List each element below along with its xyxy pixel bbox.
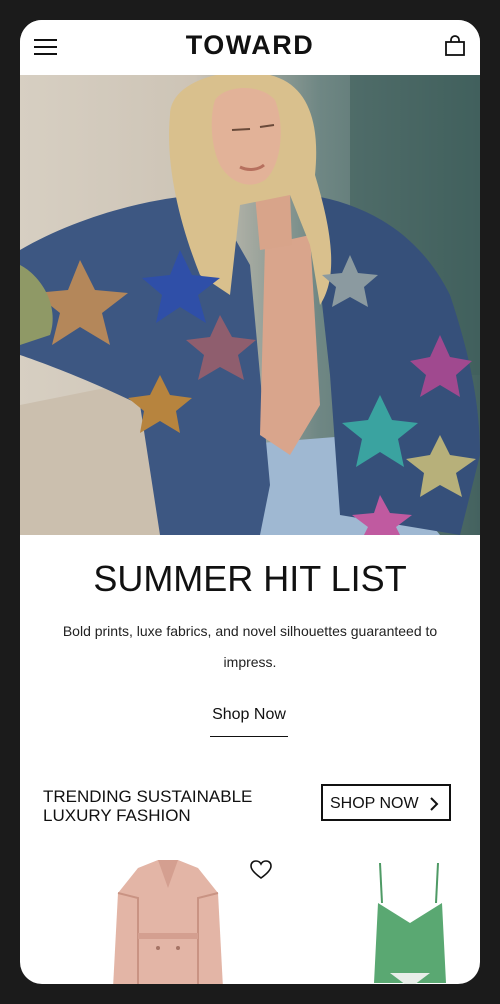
site-header: TOWARD: [20, 20, 480, 75]
product-image-trench-coat[interactable]: [108, 858, 228, 984]
phone-screen: TOWARD SUMMER HIT LIST Bold prints, luxe…: [20, 20, 480, 984]
brand-logo[interactable]: TOWARD: [20, 30, 480, 61]
hero-description: Bold prints, luxe fabrics, and novel sil…: [62, 623, 438, 670]
hero-headline: SUMMER HIT LIST: [93, 558, 407, 599]
shop-now-button-label: SHOP NOW: [330, 795, 419, 812]
shopping-bag-icon[interactable]: [444, 34, 466, 58]
shop-now-link[interactable]: Shop Now: [210, 706, 288, 737]
chevron-right-icon: [429, 797, 439, 811]
shop-now-button[interactable]: SHOP NOW: [321, 784, 451, 821]
trending-section-title: TRENDING SUSTAINABLE LUXURY FASHION: [43, 787, 253, 825]
hero-image[interactable]: [20, 75, 480, 535]
heart-icon[interactable]: [250, 860, 272, 880]
product-image-green-camisole[interactable]: [370, 862, 450, 984]
